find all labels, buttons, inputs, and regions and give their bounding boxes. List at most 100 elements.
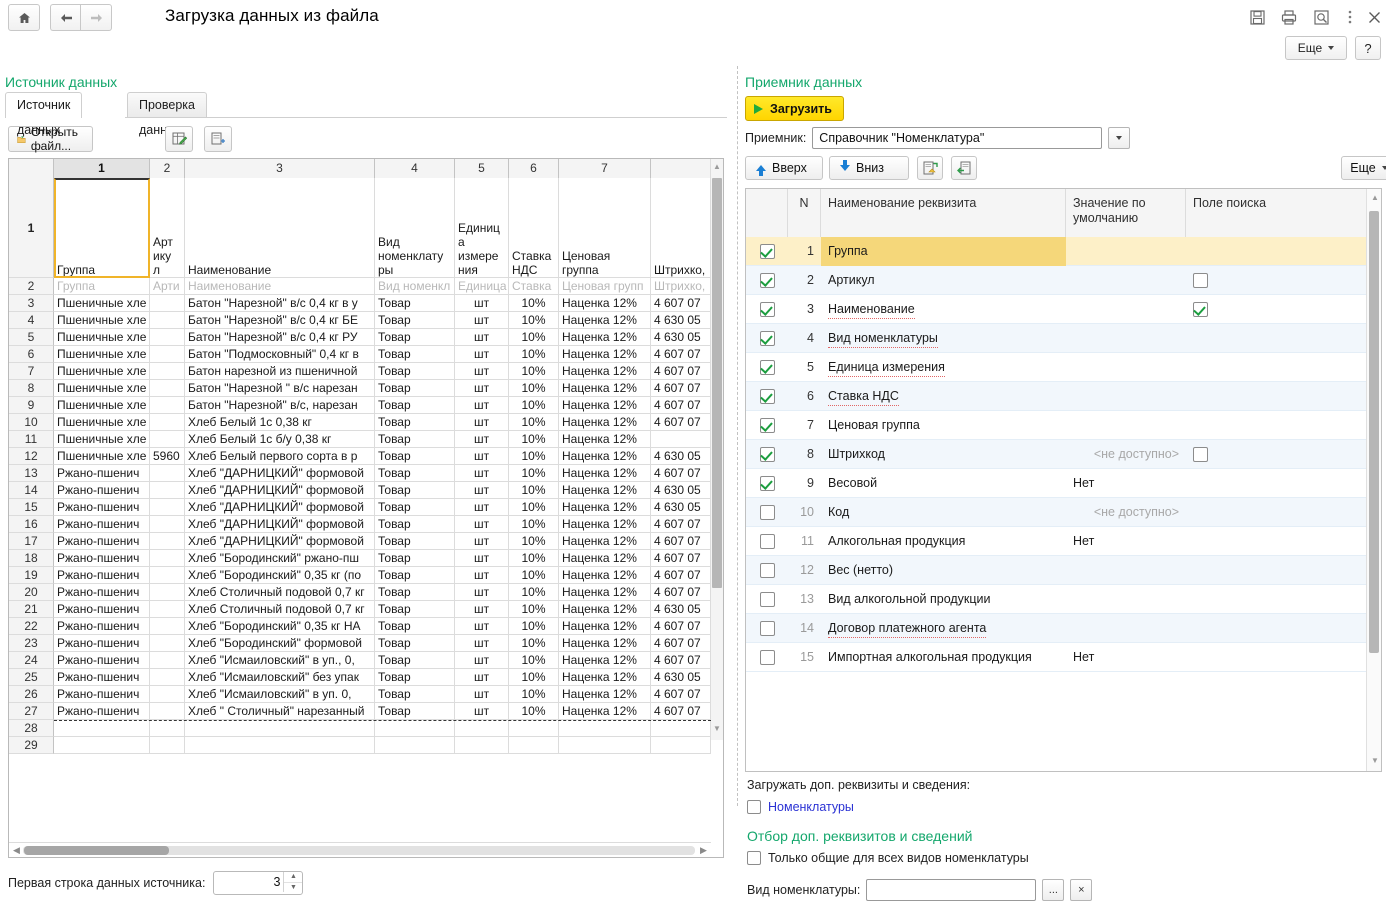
spreadsheet-cell[interactable]: 10% [509,363,559,380]
spreadsheet-cell[interactable]: шт [455,550,509,567]
spreadsheet-cell[interactable]: Товар [375,448,455,465]
load-values-icon[interactable] [951,156,977,180]
spreadsheet-cell[interactable] [559,737,651,754]
spreadsheet-cell[interactable]: Ржано-пшенич [54,618,150,635]
spreadsheet-row-header[interactable]: 10 [9,414,54,431]
spreadsheet-cell[interactable]: Пшеничные хле [54,448,150,465]
attribute-name[interactable]: Вид алкогольной продукции [821,585,1066,614]
receiver-scroll-thumb[interactable] [1369,211,1379,653]
spreadsheet-cell[interactable]: Товар [375,465,455,482]
only-common-checkbox[interactable] [747,851,761,865]
attribute-default-value[interactable] [1066,556,1186,585]
spreadsheet-cell[interactable]: Наценка 12% [559,448,651,465]
attribute-default-value[interactable] [1066,324,1186,353]
spreadsheet-cell[interactable]: Товар [375,312,455,329]
spreadsheet-cell[interactable] [150,380,185,397]
spreadsheet-column-header[interactable]: 6 [509,159,559,178]
spreadsheet-cell[interactable]: 4 607 07 [651,550,711,567]
spreadsheet-row-header[interactable]: 27 [9,703,54,720]
spreadsheet-row-header[interactable]: 12 [9,448,54,465]
spreadsheet-cell[interactable]: Товар [375,652,455,669]
spreadsheet-cell[interactable]: 5960 [150,448,185,465]
spreadsheet-row-header[interactable]: 3 [9,295,54,312]
spreadsheet-cell[interactable]: Наценка 12% [559,601,651,618]
attribute-enabled-checkbox[interactable] [760,389,775,404]
spreadsheet-header-cell[interactable]: Ценовая группа [559,178,651,278]
spreadsheet-cell[interactable]: Наценка 12% [559,635,651,652]
table-row[interactable]: 15 Импортная алкогольная продукция Нет [746,643,1367,672]
spreadsheet-template-cell[interactable]: Наименование [185,278,375,295]
spreadsheet-column-header[interactable]: 5 [455,159,509,178]
spreadsheet-cell[interactable]: Батон "Нарезной" в/с 0,4 кг в у [185,295,375,312]
spreadsheet-cell[interactable]: 10% [509,346,559,363]
spreadsheet-cell[interactable]: Хлеб "Исмаиловский" в уп. 0, [185,686,375,703]
spreadsheet-cell[interactable]: шт [455,346,509,363]
table-row[interactable]: 10 Код <не доступно> [746,498,1367,527]
spreadsheet-cell[interactable]: 10% [509,482,559,499]
spreadsheet-cell[interactable] [150,516,185,533]
spreadsheet-cell[interactable]: 4 630 05 [651,448,711,465]
spreadsheet-cell[interactable]: Ржано-пшенич [54,550,150,567]
spreadsheet-cell[interactable] [150,499,185,516]
spreadsheet-cell[interactable]: Наценка 12% [559,431,651,448]
table-row[interactable]: 8 Штрихкод <не доступно> [746,440,1367,469]
spreadsheet-row-header[interactable]: 26 [9,686,54,703]
scroll-right-icon[interactable]: ▶ [698,845,709,855]
spreadsheet-cell[interactable]: Ржано-пшенич [54,584,150,601]
spreadsheet-cell[interactable]: 10% [509,465,559,482]
spreadsheet-cell[interactable]: Пшеничные хле [54,414,150,431]
spreadsheet-cell[interactable]: 10% [509,533,559,550]
insert-row-icon[interactable] [204,126,232,152]
attribute-name[interactable]: Алкогольная продукция [821,527,1066,556]
spreadsheet-cell[interactable]: шт [455,499,509,516]
table-row[interactable]: 3 Наименование [746,295,1367,324]
attribute-enabled-checkbox[interactable] [760,592,775,607]
spreadsheet-cell[interactable]: Батон "Нарезной" в/с 0,4 кг БЕ [185,312,375,329]
spreadsheet-cell[interactable] [150,567,185,584]
spreadsheet-cell[interactable]: Наценка 12% [559,346,651,363]
spreadsheet-row-header[interactable]: 1 [9,178,54,278]
receiver-column-header[interactable]: Поле поиска [1186,189,1367,237]
spreadsheet-column-header[interactable] [651,159,711,178]
attribute-default-value[interactable]: <не доступно> [1066,440,1186,469]
spreadsheet-cell[interactable] [54,720,150,737]
spreadsheet-cell[interactable]: 4 607 07 [651,584,711,601]
spreadsheet-row-header[interactable]: 21 [9,601,54,618]
home-icon[interactable] [8,4,40,31]
spreadsheet-cell[interactable] [185,737,375,754]
attribute-name[interactable]: Импортная алкогольная продукция [821,643,1066,672]
spreadsheet-cell[interactable] [150,601,185,618]
attribute-default-value[interactable] [1066,295,1186,324]
back-icon[interactable] [50,4,81,31]
spreadsheet-cell[interactable] [651,431,711,448]
spreadsheet-cell[interactable] [559,720,651,737]
spreadsheet-cell[interactable]: шт [455,533,509,550]
attribute-default-value[interactable] [1066,353,1186,382]
spreadsheet-cell[interactable]: Батон нарезной из пшеничной [185,363,375,380]
spreadsheet-cell[interactable]: шт [455,516,509,533]
vertical-scroll-thumb[interactable] [712,178,722,588]
spreadsheet-cell[interactable]: Товар [375,346,455,363]
spreadsheet-cell[interactable]: Хлеб "Бородинский" формовой [185,635,375,652]
spreadsheet-cell[interactable]: Батон "Нарезной " в/с нарезан [185,380,375,397]
spreadsheet-cell[interactable]: 10% [509,312,559,329]
spreadsheet-cell[interactable]: Пшеничные хле [54,346,150,363]
spreadsheet-cell[interactable]: Ржано-пшенич [54,567,150,584]
table-row[interactable]: 12 Вес (нетто) [746,556,1367,585]
spreadsheet-cell[interactable] [150,431,185,448]
attribute-default-value[interactable] [1066,614,1186,643]
help-button[interactable]: ? [1355,36,1381,60]
spreadsheet-header-cell[interactable]: Вид номенклату ры [375,178,455,278]
spreadsheet-cell[interactable]: Хлеб "ДАРНИЦКИЙ" формовой [185,482,375,499]
spreadsheet-cell[interactable]: Пшеничные хле [54,363,150,380]
spreadsheet-header-cell[interactable]: Единиц а измере ния [455,178,509,278]
spreadsheet-cell[interactable]: 4 630 05 [651,482,711,499]
receiver-column-header[interactable] [746,189,788,237]
spreadsheet-row-header[interactable]: 28 [9,720,54,737]
save-icon[interactable] [1245,5,1269,29]
source-spreadsheet[interactable]: 1234567 1 Группа Арт ику л Наименование Вид ном… [8,158,724,858]
spreadsheet-cell[interactable] [375,737,455,754]
spreadsheet-cell[interactable]: шт [455,618,509,635]
spreadsheet-cell[interactable]: 4 607 07 [651,363,711,380]
spreadsheet-cell[interactable]: шт [455,465,509,482]
